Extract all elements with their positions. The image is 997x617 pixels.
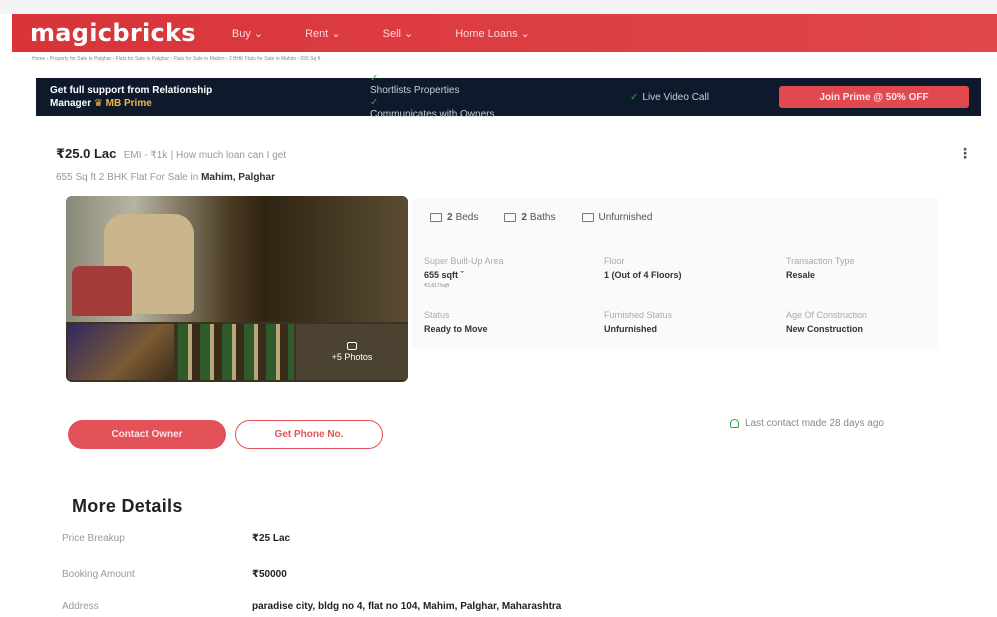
loan-link[interactable]: | How much loan can I get [171, 150, 286, 161]
nav-home-loans[interactable]: Home Loans ⌄ [455, 27, 530, 40]
last-contact-text: Last contact made 28 days ago [745, 418, 884, 429]
check-icon: ✓ [630, 91, 639, 103]
thumbnail-photo[interactable] [68, 324, 174, 380]
nav-menu: Buy ⌄ Rent ⌄ Sell ⌄ Home Loans ⌄ [232, 27, 572, 40]
more-options-icon[interactable]: ⋮ [958, 145, 972, 162]
locality-link[interactable]: Mahim, Palghar [201, 172, 275, 183]
status-info: Status Ready to Move [424, 310, 488, 334]
super-area: Super Built-Up Area 655 sqft ˇ ₹3,817/sq… [424, 256, 504, 289]
listing-subtitle: 655 Sq ft 2 BHK Flat For Sale in Mahim, … [56, 172, 275, 183]
main-photo[interactable] [66, 196, 408, 322]
check-icon: ✓ [370, 97, 379, 108]
detail-row-booking: Booking Amount ₹50000 [62, 569, 287, 580]
more-photos-button[interactable]: +5 Photos [296, 324, 408, 380]
detail-row-price: Price Breakup ₹25 Lac [62, 533, 291, 544]
floor-info: Floor 1 (Out of 4 Floors) [604, 256, 682, 280]
more-details-heading: More Details [72, 496, 183, 516]
check-icon: ✓ [370, 73, 379, 84]
prime-banner: Get full support from Relationship Manag… [36, 73, 981, 120]
nav-rent[interactable]: Rent ⌄ [305, 27, 341, 40]
baths-feature: 2 Baths [504, 212, 556, 223]
transaction-type: Transaction Type Resale [786, 256, 855, 280]
stool-image [72, 266, 132, 316]
photo-gallery[interactable]: +5 Photos [66, 196, 408, 382]
emi-value[interactable]: EMI - ₹1k [124, 150, 168, 161]
get-phone-button[interactable]: Get Phone No. [235, 420, 383, 449]
nav-sell[interactable]: Sell ⌄ [383, 27, 414, 40]
bed-icon [430, 213, 442, 222]
listing-subtitle-text: 655 Sq ft 2 BHK Flat For Sale in [56, 172, 199, 183]
join-prime-button[interactable]: Join Prime @ 50% OFF [779, 86, 969, 108]
last-contact-info: Last contact made 28 days ago [730, 418, 884, 429]
breadcrumb[interactable]: Home › Property for Sale in Palghar › Fl… [32, 56, 320, 62]
photo-icon [347, 342, 357, 350]
top-navbar: magicbricks Buy ⌄ Rent ⌄ Sell ⌄ Home Loa… [12, 14, 997, 52]
furnish-icon [581, 213, 594, 222]
prime-feature-video: ✓ Live Video Call [630, 91, 709, 103]
mb-prime-label: ♛ MB Prime [93, 98, 152, 109]
bath-icon [504, 213, 517, 222]
more-photos-label: +5 Photos [331, 352, 373, 362]
prime-pitch-line2: Manager [50, 98, 92, 109]
feature-strip: 2 Beds 2 Baths Unfurnished [430, 212, 678, 223]
user-icon [730, 419, 739, 428]
age-of-construction: Age Of Construction New Construction [786, 310, 868, 334]
detail-row-address: Address paradise city, bldg no 4, flat n… [62, 601, 562, 612]
nav-buy[interactable]: Buy ⌄ [232, 27, 263, 40]
prime-features: ✓ Shortlists Properties ✓ Communicates wit… [370, 73, 620, 121]
prime-pitch-line1: Get full support from Relationship [50, 85, 213, 96]
price-line: ₹25.0 Lac EMI - ₹1k | How much loan can … [56, 146, 286, 162]
prime-feature-communicate: ✓ Communicates with Owners [370, 97, 620, 121]
thumbnail-photo[interactable] [178, 324, 294, 380]
top-band [0, 0, 997, 14]
magicbricks-logo[interactable]: magicbricks [30, 19, 196, 47]
contact-owner-button[interactable]: Contact Owner [68, 420, 226, 449]
property-specs: 2 Beds 2 Baths Unfurnished Super Built-Up … [412, 198, 938, 348]
furnished-status: Furnished Status Unfurnished [604, 310, 673, 334]
prime-pitch: Get full support from Relationship Manag… [50, 84, 330, 110]
beds-feature: 2 Beds [430, 212, 478, 223]
prime-feature-shortlist: ✓ Shortlists Properties [370, 73, 620, 97]
furnishing-feature: Unfurnished [581, 212, 652, 223]
price-value: ₹25.0 Lac [56, 146, 117, 161]
